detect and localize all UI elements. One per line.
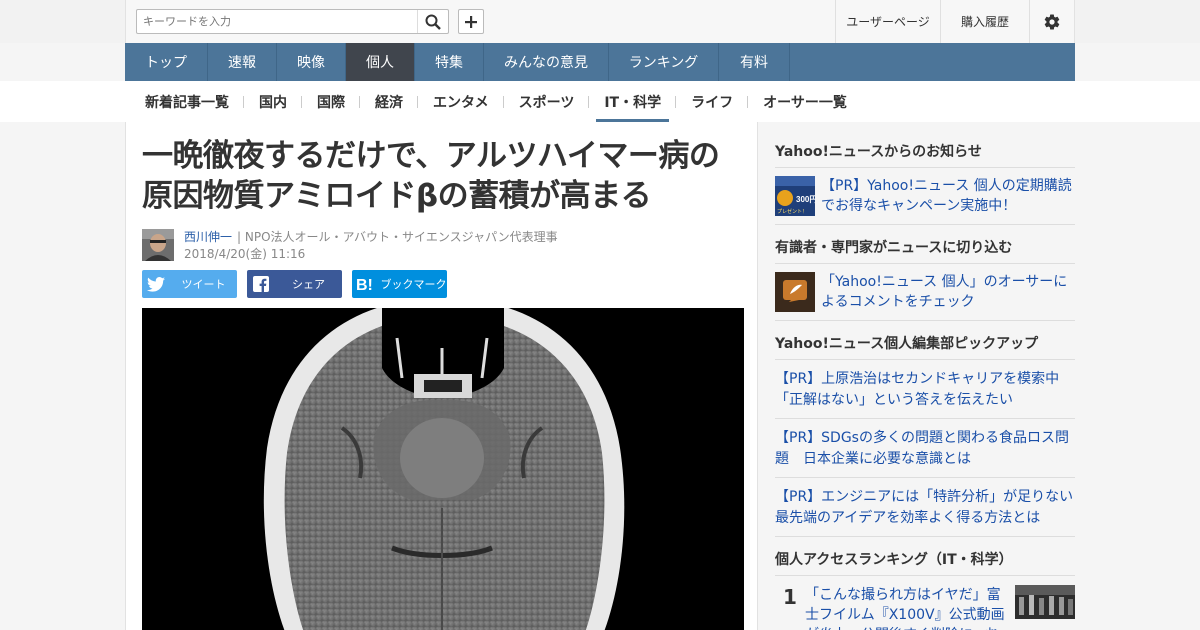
pickup-link[interactable]: 【PR】上原浩治はセカンドキャリアを模索中「正解はない」という答えを伝えたい xyxy=(775,371,1059,408)
sub-nav: 新着記事一覧 国内 国際 経済 エンタメ スポーツ IT・科学 ライフ オーサー… xyxy=(125,81,1075,122)
article-date: 2018/4/20(金) 11:16 xyxy=(184,247,306,261)
top-bar: ユーザーページ 購入履歴 xyxy=(0,0,1200,43)
subnav-sports[interactable]: スポーツ xyxy=(519,81,575,122)
nav-top[interactable]: トップ xyxy=(125,43,208,81)
nav-features[interactable]: 特集 xyxy=(415,43,484,81)
expert-item[interactable]: 「Yahoo!ニュース 個人」のオーサーによるコメントをチェック xyxy=(775,264,1075,321)
notice-heading: Yahoo!ニュースからのお知らせ xyxy=(775,141,1075,168)
subnav-authors[interactable]: オーサー一覧 xyxy=(763,81,847,122)
facebook-share-button[interactable]: シェア xyxy=(247,270,342,298)
search-input[interactable] xyxy=(137,10,417,33)
subnav-domestic[interactable]: 国内 xyxy=(259,81,287,122)
gear-icon xyxy=(1044,14,1060,30)
tweet-button[interactable]: ツイート xyxy=(142,270,237,298)
twitter-icon xyxy=(147,276,165,292)
nav-opinions[interactable]: みんなの意見 xyxy=(484,43,609,81)
ranking-number: 1 xyxy=(783,585,797,609)
pickup-item[interactable]: 【PR】エンジニアには「特許分析」が足りない最先端のアイデアを効率よく得る方法と… xyxy=(775,478,1075,537)
brain-ct-scan-image xyxy=(142,308,744,630)
pickup-link[interactable]: 【PR】SDGsの多くの問題と関わる食品ロス問題 日本企業に必要な意識とは xyxy=(775,430,1069,467)
ranking-thumb[interactable] xyxy=(1015,585,1075,619)
subnav-latest[interactable]: 新着記事一覧 xyxy=(145,81,229,122)
hatena-bookmark-label: ブックマーク xyxy=(380,278,447,291)
subnav-divider xyxy=(675,95,677,108)
subnav-divider xyxy=(588,95,590,108)
article-title: 一晩徹夜するだけで、アルツハイマー病の 原因物質アミロイドβの蓄積が高まる xyxy=(142,136,742,216)
author-avatar[interactable] xyxy=(142,229,174,261)
campaign-banner-text: 300円 xyxy=(796,195,815,204)
ranking-heading: 個人アクセスランキング（IT・科学） xyxy=(775,549,1075,576)
article-hero-image xyxy=(142,308,744,630)
expert-thumb[interactable] xyxy=(775,272,815,312)
purchase-history-link[interactable]: 購入履歴 xyxy=(940,0,1029,43)
subnav-life[interactable]: ライフ xyxy=(691,81,733,122)
nav-paid[interactable]: 有料 xyxy=(719,43,790,81)
article-title-line1: 一晩徹夜するだけで、アルツハイマー病の xyxy=(142,138,720,174)
search-icon xyxy=(425,14,441,30)
subnav-entertainment[interactable]: エンタメ xyxy=(433,81,489,122)
article-title-line2: 原因物質アミロイドβの蓄積が高まる xyxy=(142,178,652,214)
add-button[interactable] xyxy=(458,9,484,34)
facebook-share-label: シェア xyxy=(292,278,325,291)
subnav-divider xyxy=(359,95,360,108)
ranking-link[interactable]: 「こんな撮られ方はイヤだ」富士フイルム『X100V』公式動画が炎上。公開後すぐ削… xyxy=(805,585,1005,630)
svg-text:B!: B! xyxy=(356,277,373,292)
campaign-banner-thumb[interactable]: 300円 プレゼント！ xyxy=(775,176,815,216)
nav-breaking[interactable]: 速報 xyxy=(208,43,277,81)
sidebar: Yahoo!ニュースからのお知らせ 300円 プレゼント！ 【PR】Yahoo!… xyxy=(775,122,1075,630)
subnav-divider xyxy=(417,95,418,108)
facebook-icon xyxy=(253,276,269,292)
pickup-item[interactable]: 【PR】上原浩治はセカンドキャリアを模索中「正解はない」という答えを伝えたい xyxy=(775,360,1075,419)
expert-heading: 有識者・専門家がニュースに切り込む xyxy=(775,237,1075,264)
ranking-item[interactable]: 1 「こんな撮られ方はイヤだ」富士フイルム『X100V』公式動画が炎上。公開後す… xyxy=(775,576,1075,630)
top-bar-inner: ユーザーページ 購入履歴 xyxy=(125,0,1075,43)
pickup-item[interactable]: 【PR】SDGsの多くの問題と関わる食品ロス問題 日本企業に必要な意識とは xyxy=(775,419,1075,478)
tweet-label: ツイート xyxy=(181,278,226,291)
hatena-bookmark-icon: B! xyxy=(356,277,373,292)
notice-link[interactable]: 【PR】Yahoo!ニュース 個人の定期購読でお得なキャンペーン実施中！ xyxy=(821,176,1075,216)
author-role: | NPO法人オール・アバウト・サイエンスジャパン代表理事 xyxy=(237,230,558,244)
nav-ranking[interactable]: ランキング xyxy=(609,43,719,81)
expert-link[interactable]: 「Yahoo!ニュース 個人」のオーサーによるコメントをチェック xyxy=(821,272,1075,312)
subnav-divider xyxy=(747,95,749,108)
subnav-economy[interactable]: 経済 xyxy=(375,81,403,122)
search-box[interactable] xyxy=(136,9,449,34)
subnav-divider xyxy=(243,95,244,108)
nav-individual[interactable]: 個人 xyxy=(346,43,415,81)
pickup-link[interactable]: 【PR】エンジニアには「特許分析」が足りない最先端のアイデアを効率よく得る方法と… xyxy=(775,489,1073,526)
search-button[interactable] xyxy=(417,10,448,33)
campaign-banner-subtext: プレゼント！ xyxy=(777,208,807,215)
subnav-international[interactable]: 国際 xyxy=(317,81,345,122)
pickup-heading: Yahoo!ニュース個人編集部ピックアップ xyxy=(775,333,1075,360)
settings-button[interactable] xyxy=(1029,0,1074,43)
author-name[interactable]: 西川伸一 xyxy=(184,228,232,245)
article-panel: 一晩徹夜するだけで、アルツハイマー病の 原因物質アミロイドβの蓄積が高まる 西川… xyxy=(125,122,758,630)
hatena-bookmark-button[interactable]: B! ブックマーク xyxy=(352,270,447,298)
subnav-it-science[interactable]: IT・科学 xyxy=(596,81,669,122)
subnav-divider xyxy=(301,95,302,108)
subnav-divider xyxy=(502,95,504,108)
user-page-link[interactable]: ユーザーページ xyxy=(835,0,940,43)
top-links: ユーザーページ 購入履歴 xyxy=(835,0,1074,43)
sub-nav-bar: 新着記事一覧 国内 国際 経済 エンタメ スポーツ IT・科学 ライフ オーサー… xyxy=(0,81,1200,122)
nav-video[interactable]: 映像 xyxy=(277,43,346,81)
notice-item[interactable]: 300円 プレゼント！ 【PR】Yahoo!ニュース 個人の定期購読でお得なキャ… xyxy=(775,168,1075,225)
main-nav: トップ 速報 映像 個人 特集 みんなの意見 ランキング 有料 xyxy=(125,43,1075,81)
plus-icon xyxy=(465,15,477,28)
